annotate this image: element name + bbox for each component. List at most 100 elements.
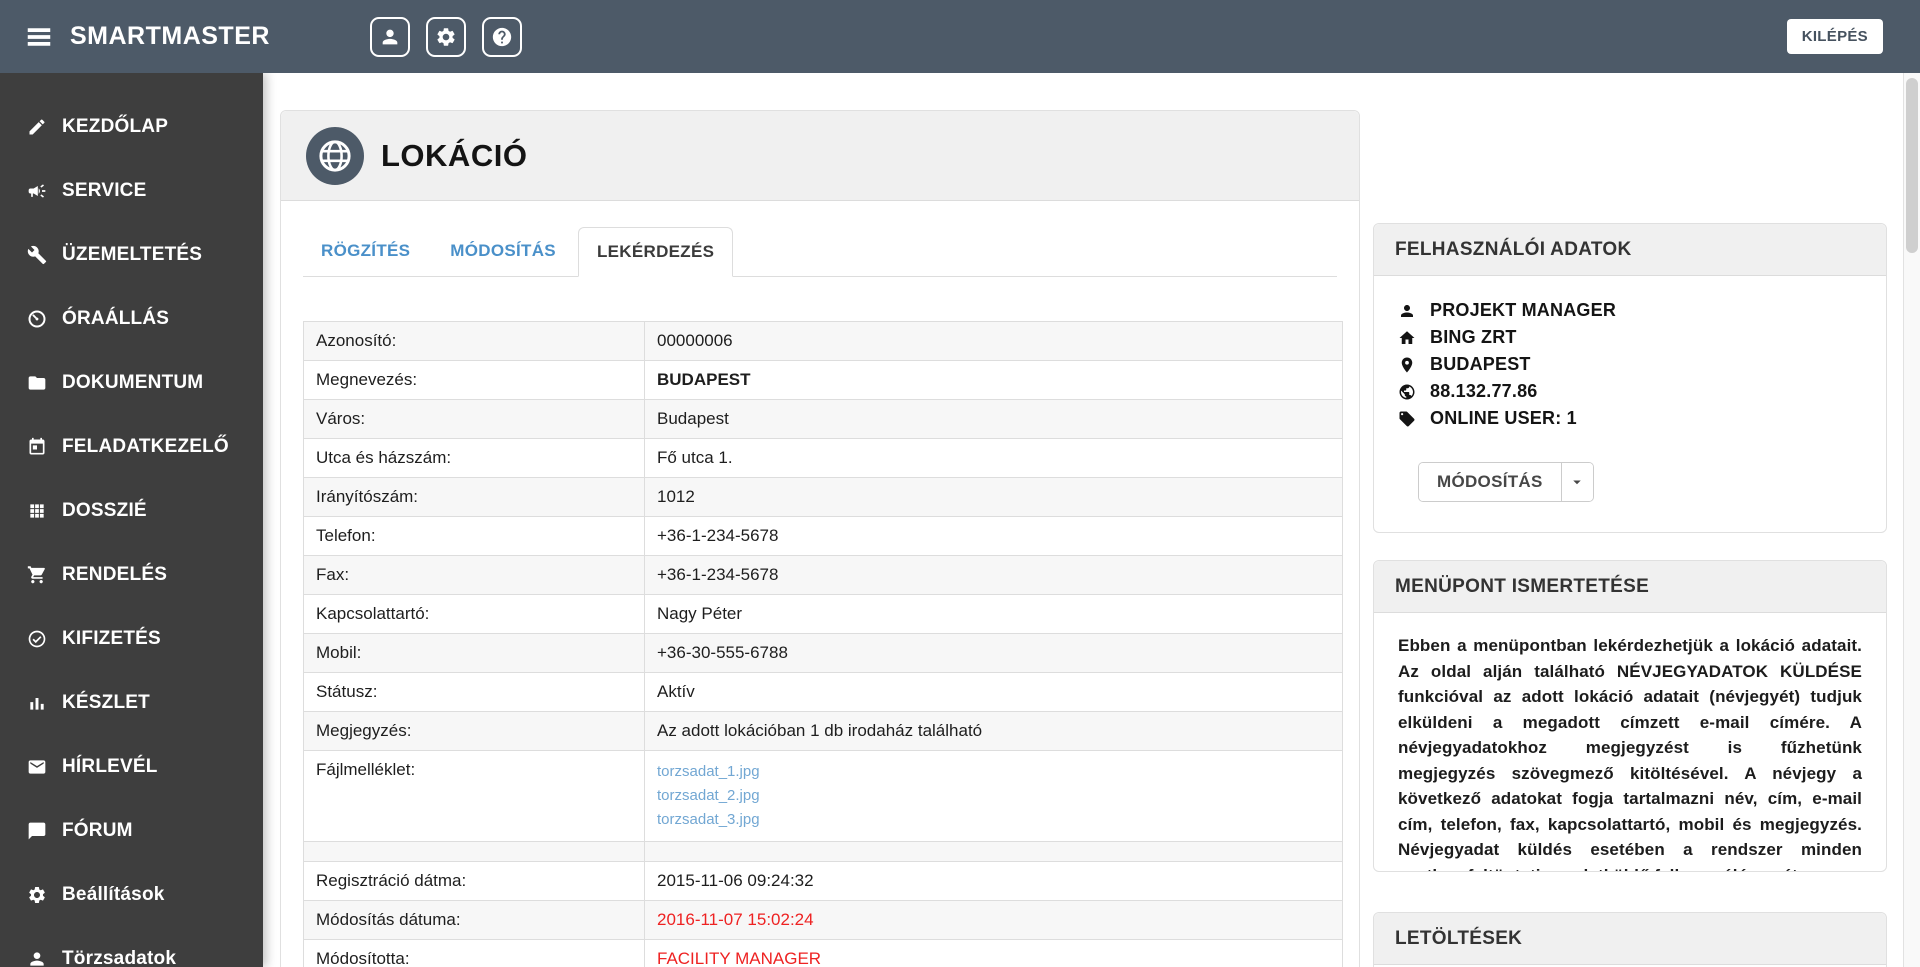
page-scrollbar: [1903, 73, 1920, 967]
check-circle-icon: [27, 629, 47, 649]
modify-dropdown-toggle[interactable]: [1562, 463, 1593, 501]
user-info-text: BING ZRT: [1430, 327, 1517, 348]
navbar-gear-button[interactable]: [426, 17, 466, 57]
row-label: Módosította:: [304, 940, 645, 967]
sidebar-item-kezd-lap[interactable]: KEZDŐLAP: [0, 95, 263, 159]
home-icon: [1398, 329, 1416, 347]
sidebar-item-be-ll-t-sok[interactable]: Beállítások: [0, 863, 263, 927]
page-title: LOKÁCIÓ: [381, 138, 527, 174]
user-icon: [27, 949, 47, 967]
table-row: Megjegyzés:Az adott lokációban 1 db irod…: [304, 712, 1343, 751]
table-row: Irányítószám: 1012: [304, 478, 1343, 517]
user-info-text: BUDAPEST: [1430, 354, 1531, 375]
sidebar-item-label: DOSSZIÉ: [62, 500, 147, 522]
row-value: 00000006: [645, 322, 1343, 361]
tab-lek-rdez-s[interactable]: LEKÉRDEZÉS: [578, 227, 733, 277]
tab-m-dos-t-s[interactable]: MÓDOSÍTÁS: [432, 227, 574, 276]
downloads-panel: LETÖLTÉSEK: [1373, 912, 1887, 967]
table-row: Fax: +36-1-234-5678: [304, 556, 1343, 595]
table-row: Fájlmelléklet: torzsadat_1.jpgtorzsadat_2…: [304, 751, 1343, 842]
row-value-text: 2015-11-06 09:24:32: [657, 871, 814, 890]
sidebar-item-zemeltet-s[interactable]: ÜZEMELTETÉS: [0, 223, 263, 287]
sidebar-item-f-rum[interactable]: FÓRUM: [0, 799, 263, 863]
table-row: Státusz:Aktív: [304, 673, 1343, 712]
row-label: Fax:: [304, 556, 645, 595]
user-icon: [1398, 302, 1416, 320]
file-link[interactable]: torzsadat_1.jpg: [657, 760, 1330, 784]
row-label: Megnevezés:: [304, 361, 645, 400]
app-brand: SMARTMASTER: [70, 22, 270, 51]
scrollbar-thumb[interactable]: [1906, 78, 1918, 253]
record-table-body: Azonosító: 00000006 Megnevezés:BUDAPESTVár…: [304, 322, 1343, 967]
sidebar-item-k-szlet[interactable]: KÉSZLET: [0, 671, 263, 735]
row-value-text: 00000006: [657, 331, 733, 350]
user-info-line: 88.132.77.86: [1398, 381, 1862, 402]
table-row: [304, 842, 1343, 862]
row-label: Irányítószám:: [304, 478, 645, 517]
megaphone-icon: [27, 181, 47, 201]
row-label: Státusz:: [304, 673, 645, 712]
navbar-help-button[interactable]: [482, 17, 522, 57]
user-info-text: 88.132.77.86: [1430, 381, 1538, 402]
table-row: Utca és házszám: Fő utca 1.: [304, 439, 1343, 478]
sidebar-item-label: Beállítások: [62, 884, 165, 906]
menu-button[interactable]: [22, 20, 56, 54]
row-value-text: +36-1-234-5678: [657, 565, 778, 584]
logout-button[interactable]: KILÉPÉS: [1787, 19, 1883, 54]
sidebar-item-t-rzsadatok[interactable]: Törzsadatok: [0, 927, 263, 967]
tags-icon: [1398, 410, 1416, 428]
row-value-text: Nagy Péter: [657, 604, 742, 623]
user-info-text: ONLINE USER: 1: [1430, 408, 1577, 429]
row-value-text: 2016-11-07 15:02:24: [657, 910, 814, 929]
sidebar-item-kifizet-s[interactable]: KIFIZETÉS: [0, 607, 263, 671]
calendar-icon: [27, 437, 47, 457]
row-value-text: 1012: [657, 487, 695, 506]
row-value-text: +36-1-234-5678: [657, 526, 778, 545]
globe-wire-icon: [317, 138, 353, 174]
sidebar-item-label: ÜZEMELTETÉS: [62, 244, 202, 266]
row-label: Azonosító:: [304, 322, 645, 361]
sidebar-item-dokumentum[interactable]: DOKUMENTUM: [0, 351, 263, 415]
table-row: Telefon: +36-1-234-5678: [304, 517, 1343, 556]
edit-icon: [27, 117, 47, 137]
row-value: Aktív: [645, 673, 1343, 712]
grid-icon: [27, 501, 47, 521]
row-label: Fájlmelléklet:: [304, 751, 645, 842]
caret-down-icon: [1568, 473, 1586, 491]
row-label: Utca és házszám:: [304, 439, 645, 478]
table-row: Azonosító: 00000006: [304, 322, 1343, 361]
sidebar-item-dosszi[interactable]: DOSSZIÉ: [0, 479, 263, 543]
sidebar-item-label: SERVICE: [62, 180, 146, 202]
envelope-icon: [27, 757, 47, 777]
sidebar-item-label: FELADATKEZELŐ: [62, 436, 229, 458]
file-link[interactable]: torzsadat_2.jpg: [657, 784, 1330, 808]
file-link[interactable]: torzsadat_3.jpg: [657, 808, 1330, 832]
row-value: Fő utca 1.: [645, 439, 1343, 478]
row-value: +36-1-234-5678: [645, 556, 1343, 595]
sidebar-item-label: HÍRLEVÉL: [62, 756, 158, 778]
row-value: BUDAPEST: [645, 361, 1343, 400]
row-value: Az adott lokációban 1 db irodaház találh…: [645, 712, 1343, 751]
sidebar-menu: KEZDŐLAP SERVICE ÜZEMELTETÉS ÓRAÁLLÁSDOKUME…: [0, 95, 263, 967]
sidebar-item-ra-ll-s[interactable]: ÓRAÁLLÁS: [0, 287, 263, 351]
sidebar: KEZDŐLAP SERVICE ÜZEMELTETÉS ÓRAÁLLÁSDOKUME…: [0, 73, 263, 967]
row-label: Módosítás dátuma:: [304, 901, 645, 940]
modify-button[interactable]: MÓDOSÍTÁS: [1419, 463, 1562, 501]
row-label: Telefon:: [304, 517, 645, 556]
row-value: FACILITY MANAGER: [645, 940, 1343, 967]
table-row: Módosította:FACILITY MANAGER: [304, 940, 1343, 967]
sidebar-item-feladatkezel[interactable]: FELADATKEZELŐ: [0, 415, 263, 479]
globe-icon: [1398, 383, 1416, 401]
tab-r-gz-t-s[interactable]: RÖGZÍTÉS: [303, 227, 428, 276]
sidebar-item-label: KEZDŐLAP: [62, 116, 168, 138]
sidebar-item-label: RENDELÉS: [62, 564, 167, 586]
location-panel-body: RÖGZÍTÉSMÓDOSÍTÁSLEKÉRDEZÉS Azonosító: 00…: [281, 201, 1359, 967]
sidebar-item-service[interactable]: SERVICE: [0, 159, 263, 223]
gauge-icon: [27, 309, 47, 329]
row-value-text: Fő utca 1.: [657, 448, 733, 467]
tabs: RÖGZÍTÉSMÓDOSÍTÁSLEKÉRDEZÉS: [303, 227, 1337, 277]
row-label: Város:: [304, 400, 645, 439]
sidebar-item-h-rlev-l[interactable]: HÍRLEVÉL: [0, 735, 263, 799]
sidebar-item-rendel-s[interactable]: RENDELÉS: [0, 543, 263, 607]
navbar-user-button[interactable]: [370, 17, 410, 57]
